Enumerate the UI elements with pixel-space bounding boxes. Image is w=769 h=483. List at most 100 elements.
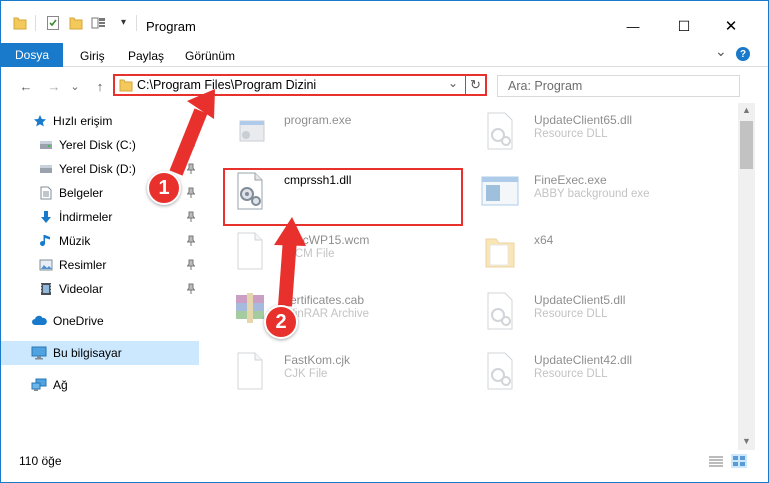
- star-icon: [34, 115, 46, 127]
- dll-icon: [487, 112, 513, 150]
- computer-icon: [31, 346, 47, 360]
- sidebar-item-local-disk-c[interactable]: Yerel Disk (C:): [1, 133, 199, 157]
- sidebar-item-label: Hızlı erişim: [53, 114, 113, 128]
- recent-locations-dropdown[interactable]: ⌄: [69, 77, 81, 95]
- sidebar-item-quick-access[interactable]: Hızlı erişim: [1, 109, 199, 133]
- ribbon-tabs: Dosya Giriş Paylaş Görünüm ⌄ ?: [1, 41, 768, 67]
- file-item[interactable]: UpdateClient65.dll Resource DLL: [478, 107, 728, 159]
- file-item[interactable]: certificates.cab WinRAR Archive: [228, 287, 428, 339]
- folder-icon: [13, 17, 27, 30]
- scrollbar-thumb[interactable]: [740, 121, 753, 169]
- minimize-icon: —: [626, 18, 640, 34]
- video-icon: [41, 283, 51, 295]
- tab-view[interactable]: Görünüm: [185, 49, 235, 63]
- pin-icon[interactable]: [187, 163, 195, 174]
- archive-icon: [236, 293, 264, 323]
- pin-icon[interactable]: [187, 139, 195, 150]
- item-count: 110 öğe: [19, 454, 62, 468]
- sidebar-item-this-pc[interactable]: Bu bilgisayar: [1, 341, 199, 365]
- search-input[interactable]: Ara: Program: [497, 75, 740, 97]
- pin-icon[interactable]: [187, 259, 195, 270]
- customize-toolbar-icon[interactable]: [91, 15, 107, 31]
- file-name: x64: [534, 233, 554, 247]
- tab-file-label: Dosya: [14, 48, 49, 62]
- help-icon[interactable]: ?: [736, 47, 750, 61]
- step-badge-1: 1: [147, 171, 181, 205]
- sidebar-item-label: Bu bilgisayar: [53, 346, 122, 360]
- navigation-bar: ← → ⌄ ↑ C:\Program Files\Program Dizini …: [1, 67, 768, 103]
- file-type: WCM File: [284, 248, 335, 260]
- navigation-pane: Hızlı erişim Yerel Disk (C:) Yerel Disk …: [1, 103, 206, 448]
- back-button[interactable]: ←: [17, 77, 35, 95]
- file-name: UpdateClient65.dll: [534, 113, 633, 127]
- tab-file[interactable]: Dosya: [1, 43, 63, 67]
- file-type: Resource DLL: [534, 308, 608, 320]
- scroll-down-icon[interactable]: ▼: [742, 436, 751, 446]
- sidebar-item-downloads[interactable]: İndirmeler: [1, 205, 199, 229]
- up-button[interactable]: ↑: [91, 77, 109, 95]
- sidebar-item-label: Belgeler: [59, 186, 104, 200]
- cloud-icon: [32, 315, 47, 325]
- pictures-icon: [39, 259, 53, 271]
- details-view-icon[interactable]: [708, 455, 724, 468]
- file-item[interactable]: UpdateClient5.dll Resource DLL: [478, 287, 728, 339]
- file-name: FastKom.cjk: [284, 353, 351, 367]
- file-item[interactable]: x64: [478, 227, 728, 279]
- large-icons-view-icon[interactable]: [731, 454, 747, 468]
- sidebar-item-videos[interactable]: Videolar: [1, 277, 199, 301]
- tab-home[interactable]: Giriş: [80, 49, 105, 63]
- title-bar: ▾ Program — ☐ ✕: [1, 1, 768, 41]
- minimize-button[interactable]: —: [610, 11, 656, 41]
- file-list: program.exe UpdateClient65.dll Resource …: [216, 103, 738, 448]
- file-type: Resource DLL: [534, 368, 608, 380]
- sidebar-item-label: OneDrive: [53, 314, 104, 328]
- sidebar-item-network[interactable]: Ağ: [1, 373, 199, 397]
- file-name: certificates.cab: [284, 293, 365, 307]
- file-type: CJK File: [284, 368, 328, 380]
- file-item[interactable]: FastKom.cjk CJK File: [228, 347, 428, 399]
- blank-file-icon: [237, 232, 263, 270]
- file-name: UpdateClient42.dll: [534, 353, 633, 367]
- status-bar: 110 öğe: [1, 449, 768, 474]
- file-item[interactable]: FineExec.exe ABBY background exe: [478, 167, 728, 219]
- file-item[interactable]: RetcWP15.wcm WCM File: [228, 227, 428, 279]
- address-dropdown-icon[interactable]: ⌄: [448, 76, 458, 90]
- sidebar-item-label: İndirmeler: [59, 210, 113, 224]
- sidebar-item-pictures[interactable]: Resimler: [1, 253, 199, 277]
- maximize-button[interactable]: ☐: [661, 11, 707, 41]
- explorer-window: ▾ Program — ☐ ✕ Dosya Giriş Paylaş Görün…: [0, 0, 769, 483]
- tab-share[interactable]: Paylaş: [128, 49, 164, 63]
- quick-access-dropdown-icon[interactable]: ▾: [121, 17, 126, 28]
- file-item[interactable]: UpdateClient42.dll Resource DLL: [478, 347, 728, 399]
- scroll-up-icon[interactable]: ▲: [742, 105, 751, 115]
- pin-icon[interactable]: [187, 187, 195, 198]
- sidebar-item-music[interactable]: Müzik: [1, 229, 199, 253]
- new-folder-icon[interactable]: [69, 15, 83, 31]
- file-name: FineExec.exe: [534, 173, 607, 187]
- pin-icon[interactable]: [187, 235, 195, 246]
- maximize-icon: ☐: [677, 17, 691, 34]
- address-bar[interactable]: C:\Program Files\Program Dizini ⌄ ↻: [113, 74, 487, 96]
- highlight-box: [223, 168, 463, 226]
- music-icon: [40, 235, 50, 246]
- download-icon: [41, 211, 51, 223]
- expand-ribbon-icon[interactable]: ⌄: [715, 43, 727, 60]
- file-name: RetcWP15.wcm: [284, 233, 370, 247]
- file-item[interactable]: program.exe: [228, 107, 428, 159]
- vertical-scrollbar[interactable]: ▲ ▼: [738, 103, 755, 450]
- forward-button[interactable]: →: [45, 77, 63, 95]
- file-name: program.exe: [284, 113, 352, 127]
- pin-icon[interactable]: [187, 283, 195, 294]
- refresh-icon[interactable]: ↻: [470, 77, 481, 93]
- sidebar-item-label: Resimler: [59, 258, 107, 272]
- dll-icon: [487, 352, 513, 390]
- pin-icon[interactable]: [187, 211, 195, 222]
- blank-file-icon: [237, 352, 263, 390]
- close-button[interactable]: ✕: [708, 11, 754, 41]
- network-icon: [31, 378, 47, 391]
- dll-icon: [487, 292, 513, 330]
- properties-icon[interactable]: [46, 15, 60, 31]
- sidebar-item-onedrive[interactable]: OneDrive: [1, 309, 199, 333]
- folder-icon: [485, 238, 515, 268]
- folder-icon: [119, 79, 133, 92]
